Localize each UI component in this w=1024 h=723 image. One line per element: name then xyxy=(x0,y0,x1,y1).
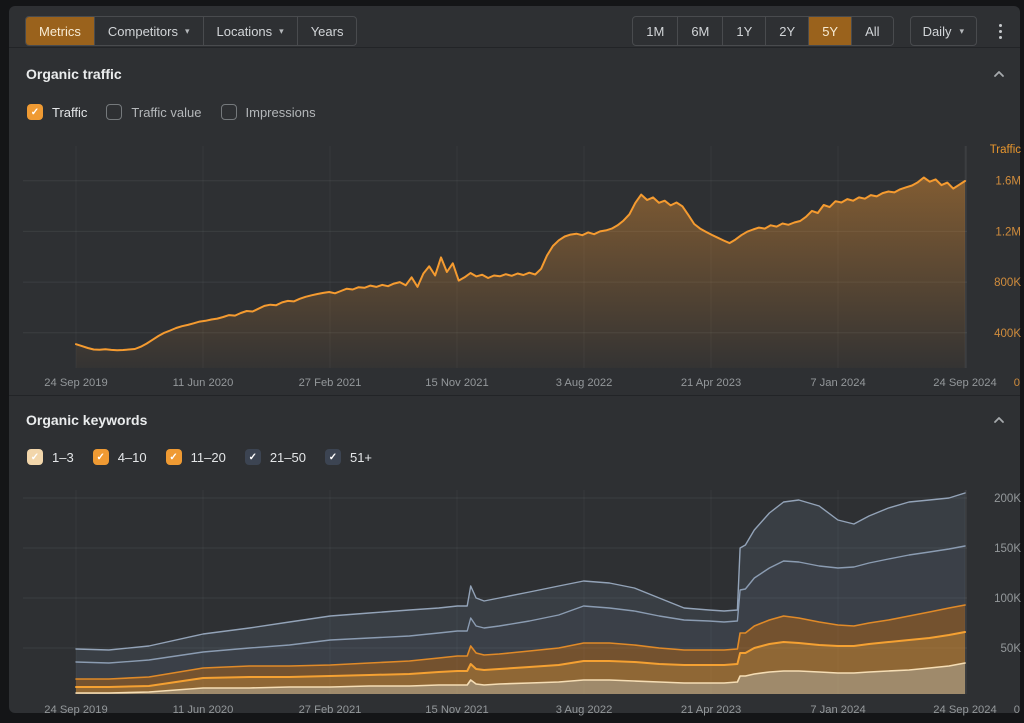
tab-label: Metrics xyxy=(39,24,81,39)
analytics-panel: MetricsCompetitors▾Locations▾Years 1M6M1… xyxy=(9,6,1020,713)
x-axis-tick-label: 3 Aug 2022 xyxy=(556,377,613,389)
y-axis-zero-label: 0 xyxy=(1014,377,1020,389)
x-axis-tick-label: 7 Jan 2024 xyxy=(810,704,865,716)
tab-metrics[interactable]: Metrics xyxy=(26,17,94,45)
collapse-organic-keywords-icon[interactable] xyxy=(988,410,1010,430)
unchecked-checkbox-icon[interactable] xyxy=(106,104,122,120)
toggle-label: Traffic xyxy=(52,105,87,120)
y-axis-tick-label: 150K xyxy=(994,543,1021,555)
toolbar-right: 1M 6M 1Y 2Y 5Y All Daily ▾ xyxy=(632,16,1008,46)
x-axis-tick-label: 24 Sep 2019 xyxy=(44,377,107,389)
y-axis-tick-label: 50K xyxy=(1001,643,1022,655)
y-axis-tick-label: 1.2M xyxy=(995,226,1021,238)
toggle-4-10[interactable]: ✓ 4–10 xyxy=(93,449,147,465)
toggle-label: Impressions xyxy=(246,105,316,120)
y-axis-tick-label: 200K xyxy=(994,493,1021,505)
section-divider xyxy=(9,395,1020,396)
x-axis-tick-label: 11 Jun 2020 xyxy=(173,704,234,716)
x-axis-tick-label: 21 Apr 2023 xyxy=(681,704,741,716)
interval-dropdown[interactable]: Daily ▾ xyxy=(910,16,977,46)
checked-checkbox-icon[interactable]: ✓ xyxy=(325,449,341,465)
x-axis-tick-label: 24 Sep 2024 xyxy=(933,704,996,716)
y-axis-tick-label: 100K xyxy=(994,593,1021,605)
range-button-label: All xyxy=(865,24,879,39)
traffic-metric-toggles: ✓ Traffic Traffic value Impressions xyxy=(27,104,316,120)
x-axis-tick-label: 27 Feb 2021 xyxy=(299,377,362,389)
checked-checkbox-icon[interactable]: ✓ xyxy=(27,104,43,120)
tab-locations[interactable]: Locations ▾ xyxy=(203,17,297,45)
toggle-traffic[interactable]: ✓ Traffic xyxy=(27,104,87,120)
tab-label: Locations xyxy=(217,24,273,39)
y-axis-title: Traffic xyxy=(990,144,1022,156)
organic-traffic-chart[interactable]: 1.6M 1.2M 800K 400K 24 Sep 2019 11 Jun 2020 27… xyxy=(9,130,1024,398)
checked-checkbox-icon[interactable]: ✓ xyxy=(93,449,109,465)
x-axis-tick-label: 7 Jan 2024 xyxy=(810,377,865,389)
toggle-11-20[interactable]: ✓ 11–20 xyxy=(166,449,226,465)
x-axis-tick-label: 24 Sep 2019 xyxy=(44,704,107,716)
checked-checkbox-icon[interactable]: ✓ xyxy=(166,449,182,465)
range-button-1y[interactable]: 1Y xyxy=(722,17,765,45)
x-axis-tick-label: 15 Nov 2021 xyxy=(425,377,488,389)
toolbar-divider xyxy=(9,47,1020,48)
range-button-label: 6M xyxy=(691,24,709,39)
toggle-label: 1–3 xyxy=(52,450,74,465)
checked-checkbox-icon[interactable]: ✓ xyxy=(245,449,261,465)
range-button-1m[interactable]: 1M xyxy=(633,17,677,45)
y-axis-zero-label: 0 xyxy=(1014,704,1020,716)
toggle-51[interactable]: ✓ 51+ xyxy=(325,449,372,465)
tab-label: Years xyxy=(311,24,344,39)
chevron-down-icon: ▾ xyxy=(279,27,284,36)
organic-keywords-title: Organic keywords xyxy=(26,412,147,428)
organic-traffic-title: Organic traffic xyxy=(26,66,122,82)
tab-label: Competitors xyxy=(108,24,178,39)
x-axis-tick-label: 27 Feb 2021 xyxy=(299,704,362,716)
toolbar: MetricsCompetitors▾Locations▾Years 1M6M1… xyxy=(25,16,1008,46)
checked-checkbox-icon[interactable]: ✓ xyxy=(27,449,43,465)
range-button-2y[interactable]: 2Y xyxy=(765,17,808,45)
toggle-label: 21–50 xyxy=(270,450,306,465)
range-button-all[interactable]: All xyxy=(851,17,892,45)
x-axis-tick-label: 24 Sep 2024 xyxy=(933,377,996,389)
range-button-5y[interactable]: 5Y xyxy=(808,17,851,45)
date-range-group: 1M 6M 1Y 2Y 5Y All xyxy=(632,16,893,46)
toggle-impressions[interactable]: Impressions xyxy=(221,104,316,120)
app-screenshot: MetricsCompetitors▾Locations▾Years 1M6M1… xyxy=(0,0,1024,723)
organic-keywords-chart[interactable]: 200K 150K 100K 50K 24 Sep 2019 11 Jun 2020 27 … xyxy=(9,480,1024,723)
chevron-down-icon: ▾ xyxy=(959,27,964,36)
tab-years[interactable]: Years xyxy=(297,17,357,45)
toggle-label: 4–10 xyxy=(118,450,147,465)
range-button-label: 5Y xyxy=(822,24,838,39)
toggle-label: 11–20 xyxy=(191,450,226,465)
range-button-label: 1M xyxy=(646,24,664,39)
toggle-1-3[interactable]: ✓ 1–3 xyxy=(27,449,74,465)
toggle-21-50[interactable]: ✓ 21–50 xyxy=(245,449,306,465)
keyword-position-toggles: ✓ 1–3 ✓ 4–10 ✓ 11–20 ✓ 21–50 ✓ 51+ xyxy=(27,449,372,465)
x-axis-tick-label: 21 Apr 2023 xyxy=(681,377,741,389)
interval-label: Daily xyxy=(923,24,952,39)
collapse-organic-traffic-icon[interactable] xyxy=(988,64,1010,84)
y-axis-tick-label: 800K xyxy=(994,277,1021,289)
toggle-traffic-value[interactable]: Traffic value xyxy=(106,104,201,120)
x-axis-tick-label: 11 Jun 2020 xyxy=(173,377,234,389)
chevron-down-icon: ▾ xyxy=(185,27,190,36)
y-axis-tick-label: 1.6M xyxy=(995,176,1021,188)
metrics-tab-group: Metrics Competitors ▾ Locations ▾ Years xyxy=(25,16,357,46)
toggle-label: 51+ xyxy=(350,450,372,465)
y-axis-tick-label: 400K xyxy=(994,328,1021,340)
x-axis-tick-label: 3 Aug 2022 xyxy=(556,704,613,716)
range-button-label: 2Y xyxy=(779,24,795,39)
x-axis-tick-label: 15 Nov 2021 xyxy=(425,704,488,716)
unchecked-checkbox-icon[interactable] xyxy=(221,104,237,120)
toggle-label: Traffic value xyxy=(131,105,201,120)
range-button-6m[interactable]: 6M xyxy=(677,17,722,45)
tab-competitors[interactable]: Competitors ▾ xyxy=(94,17,203,45)
more-options-icon[interactable] xyxy=(993,19,1008,44)
range-button-label: 1Y xyxy=(736,24,752,39)
